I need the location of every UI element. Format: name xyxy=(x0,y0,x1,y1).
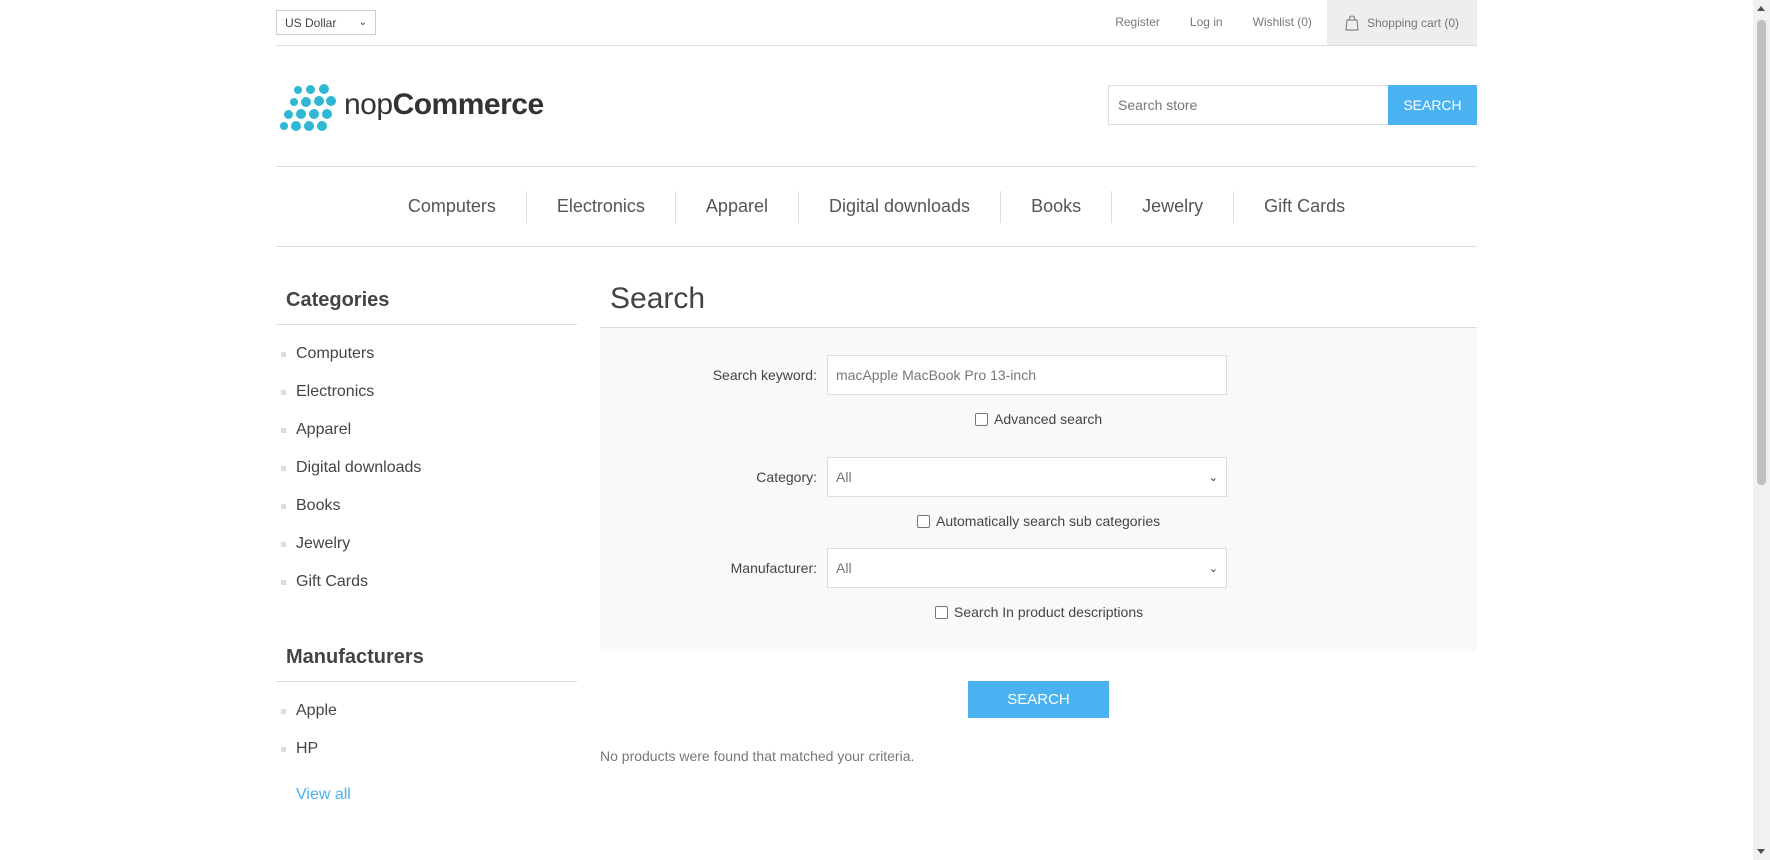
vertical-scrollbar[interactable] xyxy=(1753,0,1770,860)
keyword-row: Search keyword: macApple MacBook Pro 13-… xyxy=(600,355,1227,395)
category-item-gift-cards[interactable]: Gift Cards xyxy=(276,563,577,601)
manufacturer-label: Manufacturer: xyxy=(730,560,817,576)
menu-item-electronics[interactable]: Electronics xyxy=(527,196,675,217)
manufacturer-item-apple[interactable]: Apple xyxy=(276,692,577,730)
wishlist-link[interactable]: Wishlist (0) xyxy=(1238,0,1327,45)
advanced-search-label: Advanced search xyxy=(994,411,1103,427)
logo-text: nopCommerce xyxy=(344,88,544,121)
keyword-label: Search keyword: xyxy=(712,367,817,383)
shopping-cart-link[interactable]: Shopping cart (0) xyxy=(1326,0,1477,45)
checkbox-box[interactable] xyxy=(917,514,930,528)
category-select-value: All xyxy=(836,469,852,485)
subcategories-checkbox[interactable]: Automatically search sub categories xyxy=(917,513,1160,529)
logo-dots-icon xyxy=(278,82,336,131)
subcategories-label: Automatically search sub categories xyxy=(936,513,1161,529)
menu-item-computers[interactable]: Computers xyxy=(378,196,526,217)
chevron-down-icon: ⌄ xyxy=(1208,471,1218,484)
site-logo[interactable]: nopCommerce xyxy=(278,82,544,131)
chevron-down-icon: ⌄ xyxy=(1208,562,1218,575)
category-item-books[interactable]: Books xyxy=(276,487,577,525)
checkbox-box[interactable] xyxy=(935,605,948,619)
header-links: Register Log in Wishlist (0) Shopping ca… xyxy=(1100,0,1477,45)
categories-list: Computers Electronics Apparel Digital do… xyxy=(276,325,577,601)
currency-value: US Dollar xyxy=(285,15,337,30)
header-links-bar: US Dollar ⌄ Register Log in Wishlist (0)… xyxy=(276,0,1477,46)
advanced-search-checkbox[interactable]: Advanced search xyxy=(975,411,1102,427)
category-item-apparel[interactable]: Apparel xyxy=(276,411,577,449)
currency-selector[interactable]: US Dollar ⌄ xyxy=(276,10,376,35)
manufacturer-item-hp[interactable]: HP xyxy=(276,730,577,768)
store-search: Search store SEARCH xyxy=(1108,85,1477,125)
scroll-up-arrow-icon[interactable] xyxy=(1757,6,1765,11)
category-item-digital-downloads[interactable]: Digital downloads xyxy=(276,449,577,487)
category-item-computers[interactable]: Computers xyxy=(276,335,577,373)
top-menu: Computers Electronics Apparel Digital do… xyxy=(276,166,1477,247)
shopping-bag-icon xyxy=(1345,14,1359,31)
category-row: Category: All ⌄ xyxy=(600,457,1227,497)
checkbox-box[interactable] xyxy=(975,412,988,426)
category-item-electronics[interactable]: Electronics xyxy=(276,373,577,411)
manufacturers-list: Apple HP xyxy=(276,682,577,768)
category-item-jewelry[interactable]: Jewelry xyxy=(276,525,577,563)
menu-item-digital-downloads[interactable]: Digital downloads xyxy=(799,196,1000,217)
sidebar: Categories Computers Electronics Apparel… xyxy=(276,276,577,804)
manufacturer-select[interactable]: All ⌄ xyxy=(827,548,1227,588)
scroll-down-arrow-icon[interactable] xyxy=(1757,849,1765,854)
manufacturers-title: Manufacturers xyxy=(276,633,577,682)
store-search-input[interactable]: Search store xyxy=(1108,85,1388,125)
menu-item-apparel[interactable]: Apparel xyxy=(676,196,798,217)
category-label: Category: xyxy=(756,469,817,485)
page-title: Search xyxy=(600,276,1477,328)
register-link[interactable]: Register xyxy=(1100,0,1175,45)
search-button[interactable]: SEARCH xyxy=(968,681,1109,718)
menu-item-books[interactable]: Books xyxy=(1001,196,1111,217)
shopping-cart-label: Shopping cart (0) xyxy=(1366,15,1459,30)
menu-item-jewelry[interactable]: Jewelry xyxy=(1112,196,1233,217)
chevron-down-icon: ⌄ xyxy=(358,17,367,28)
keyword-input[interactable]: macApple MacBook Pro 13-inch xyxy=(827,355,1227,395)
no-results-message: No products were found that matched your… xyxy=(600,748,915,764)
scrollbar-thumb[interactable] xyxy=(1757,20,1766,485)
search-descriptions-label: Search In product descriptions xyxy=(954,604,1144,620)
search-descriptions-checkbox[interactable]: Search In product descriptions xyxy=(935,604,1143,620)
view-all-manufacturers-link[interactable]: View all xyxy=(276,768,577,804)
search-page: Search Search keyword: macApple MacBook … xyxy=(600,276,1477,764)
menu-item-gift-cards[interactable]: Gift Cards xyxy=(1234,196,1375,217)
store-search-button[interactable]: SEARCH xyxy=(1388,85,1477,125)
categories-title: Categories xyxy=(276,276,577,325)
category-select[interactable]: All ⌄ xyxy=(827,457,1227,497)
search-form: Search keyword: macApple MacBook Pro 13-… xyxy=(600,328,1477,651)
manufacturer-row: Manufacturer: All ⌄ xyxy=(600,548,1227,588)
login-link[interactable]: Log in xyxy=(1175,0,1238,45)
manufacturer-select-value: All xyxy=(836,560,852,576)
